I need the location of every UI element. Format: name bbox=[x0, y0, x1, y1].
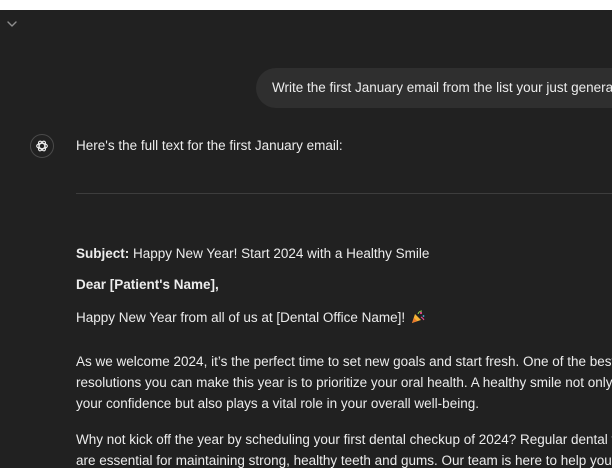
chatgpt-logo-icon bbox=[36, 140, 48, 152]
assistant-intro: Here's the full text for the first Janua… bbox=[76, 138, 343, 153]
paragraph-2-line: are essential for maintaining strong, he… bbox=[76, 453, 612, 468]
paragraph-1-line: resolutions you can make this year is to… bbox=[76, 375, 612, 390]
user-message-bubble: Write the first January email from the l… bbox=[256, 68, 612, 108]
divider bbox=[76, 193, 612, 194]
email-subject: Subject: Happy New Year! Start 2024 with… bbox=[76, 243, 429, 264]
chevron-down-icon[interactable] bbox=[7, 20, 17, 28]
email-paragraph-2: Why not kick off the year by scheduling … bbox=[76, 429, 612, 468]
paragraph-1-line: As we welcome 2024, it’s the perfect tim… bbox=[76, 354, 612, 369]
subject-label: Subject: bbox=[76, 246, 130, 261]
email-paragraph-1: As we welcome 2024, it’s the perfect tim… bbox=[76, 351, 612, 414]
paragraph-1-line: your confidence but also plays a vital r… bbox=[76, 396, 479, 411]
user-message-text: Write the first January email from the l… bbox=[272, 80, 612, 95]
chat-window: Write the first January email from the l… bbox=[0, 10, 612, 468]
new-year-text: Happy New Year from all of us at [Dental… bbox=[76, 310, 406, 325]
assistant-avatar bbox=[30, 134, 54, 158]
party-popper-icon bbox=[411, 310, 425, 323]
paragraph-2-line: Why not kick off the year by scheduling … bbox=[76, 432, 612, 447]
email-new-year-line: Happy New Year from all of us at [Dental… bbox=[76, 307, 425, 328]
subject-text: Happy New Year! Start 2024 with a Health… bbox=[133, 246, 430, 261]
email-greeting: Dear [Patient's Name], bbox=[76, 277, 219, 292]
